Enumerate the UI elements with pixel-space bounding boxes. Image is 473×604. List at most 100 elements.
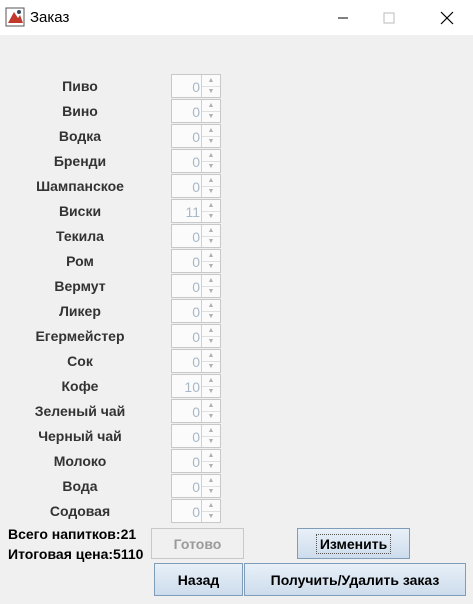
quantity-spinner[interactable]: 10 ▲ ▼ bbox=[171, 374, 221, 398]
quantity-value[interactable]: 0 bbox=[192, 479, 200, 495]
minimize-button[interactable] bbox=[320, 0, 366, 35]
spinner-arrows: ▲ ▼ bbox=[201, 375, 220, 397]
quantity-spinner[interactable]: 0 ▲ ▼ bbox=[171, 224, 221, 248]
drink-label: Черный чай bbox=[38, 428, 122, 444]
drink-label: Содовая bbox=[49, 503, 111, 519]
drink-row: Ликер 0 ▲ ▼ bbox=[0, 299, 240, 324]
quantity-spinner[interactable]: 0 ▲ ▼ bbox=[171, 324, 221, 348]
quantity-spinner[interactable]: 0 ▲ ▼ bbox=[171, 74, 221, 98]
quantity-spinner[interactable]: 0 ▲ ▼ bbox=[171, 349, 221, 373]
total-price-label: Итоговая цена:5110 bbox=[8, 546, 144, 562]
quantity-spinner[interactable]: 0 ▲ ▼ bbox=[171, 124, 221, 148]
chevron-down-icon[interactable]: ▼ bbox=[202, 286, 220, 297]
drink-row: Водка 0 ▲ ▼ bbox=[0, 124, 240, 149]
spinner-arrows: ▲ ▼ bbox=[201, 300, 220, 322]
spinner-arrows: ▲ ▼ bbox=[201, 275, 220, 297]
drink-row: Зеленый чай 0 ▲ ▼ bbox=[0, 399, 240, 424]
back-button-label: Назад bbox=[177, 571, 220, 588]
chevron-down-icon[interactable]: ▼ bbox=[202, 136, 220, 147]
drink-row: Ром 0 ▲ ▼ bbox=[0, 249, 240, 274]
quantity-spinner[interactable]: 0 ▲ ▼ bbox=[171, 399, 221, 423]
drink-label: Сок bbox=[67, 353, 93, 369]
spinner-arrows: ▲ ▼ bbox=[201, 450, 220, 472]
quantity-spinner[interactable]: 0 ▲ ▼ bbox=[171, 299, 221, 323]
quantity-spinner[interactable]: 0 ▲ ▼ bbox=[171, 249, 221, 273]
minimize-icon bbox=[338, 17, 348, 18]
drink-row: Текила 0 ▲ ▼ bbox=[0, 224, 240, 249]
spinner-arrows: ▲ ▼ bbox=[201, 475, 220, 497]
spinner-arrows: ▲ ▼ bbox=[201, 175, 220, 197]
chevron-down-icon[interactable]: ▼ bbox=[202, 161, 220, 172]
drink-label: Кофе bbox=[61, 378, 99, 394]
drink-label: Бренди bbox=[53, 153, 107, 169]
chevron-down-icon[interactable]: ▼ bbox=[202, 511, 220, 522]
maximize-icon bbox=[383, 12, 395, 23]
quantity-spinner[interactable]: 0 ▲ ▼ bbox=[171, 149, 221, 173]
spinner-arrows: ▲ ▼ bbox=[201, 125, 220, 147]
close-icon bbox=[440, 11, 454, 24]
quantity-value[interactable]: 0 bbox=[192, 454, 200, 470]
chevron-down-icon[interactable]: ▼ bbox=[202, 336, 220, 347]
drink-label: Ром bbox=[66, 253, 94, 269]
chevron-down-icon[interactable]: ▼ bbox=[202, 261, 220, 272]
close-button[interactable] bbox=[424, 0, 470, 35]
quantity-spinner[interactable]: 0 ▲ ▼ bbox=[171, 174, 221, 198]
chevron-down-icon[interactable]: ▼ bbox=[202, 386, 220, 397]
quantity-value[interactable]: 0 bbox=[192, 404, 200, 420]
quantity-spinner[interactable]: 0 ▲ ▼ bbox=[171, 449, 221, 473]
quantity-value[interactable]: 0 bbox=[192, 229, 200, 245]
change-button-label: Изменить bbox=[315, 533, 392, 554]
chevron-down-icon[interactable]: ▼ bbox=[202, 211, 220, 222]
quantity-value[interactable]: 0 bbox=[192, 304, 200, 320]
chevron-down-icon[interactable]: ▼ bbox=[202, 236, 220, 247]
quantity-value[interactable]: 0 bbox=[192, 279, 200, 295]
spinner-arrows: ▲ ▼ bbox=[201, 325, 220, 347]
change-button[interactable]: Изменить bbox=[297, 528, 410, 559]
chevron-down-icon[interactable]: ▼ bbox=[202, 86, 220, 97]
quantity-value[interactable]: 0 bbox=[192, 354, 200, 370]
ready-button[interactable]: Готово bbox=[151, 528, 244, 559]
drink-row: Содовая 0 ▲ ▼ bbox=[0, 499, 240, 524]
get-delete-order-button[interactable]: Получить/Удалить заказ bbox=[244, 563, 466, 596]
quantity-spinner[interactable]: 0 ▲ ▼ bbox=[171, 99, 221, 123]
spinner-arrows: ▲ ▼ bbox=[201, 200, 220, 222]
quantity-value[interactable]: 10 bbox=[184, 379, 200, 395]
quantity-spinner[interactable]: 11 ▲ ▼ bbox=[171, 199, 221, 223]
quantity-value[interactable]: 0 bbox=[192, 154, 200, 170]
spinner-arrows: ▲ ▼ bbox=[201, 75, 220, 97]
quantity-spinner[interactable]: 0 ▲ ▼ bbox=[171, 474, 221, 498]
chevron-down-icon[interactable]: ▼ bbox=[202, 411, 220, 422]
drink-label: Вода bbox=[62, 478, 98, 494]
back-button[interactable]: Назад bbox=[154, 563, 243, 596]
quantity-value[interactable]: 0 bbox=[192, 129, 200, 145]
quantity-value[interactable]: 0 bbox=[192, 104, 200, 120]
chevron-down-icon[interactable]: ▼ bbox=[202, 111, 220, 122]
quantity-spinner[interactable]: 0 ▲ ▼ bbox=[171, 424, 221, 448]
drink-label: Водка bbox=[58, 128, 102, 144]
drink-row: Молоко 0 ▲ ▼ bbox=[0, 449, 240, 474]
quantity-spinner[interactable]: 0 ▲ ▼ bbox=[171, 274, 221, 298]
chevron-down-icon[interactable]: ▼ bbox=[202, 311, 220, 322]
quantity-value[interactable]: 11 bbox=[185, 204, 200, 220]
chevron-down-icon[interactable]: ▼ bbox=[202, 486, 220, 497]
drink-row: Вино 0 ▲ ▼ bbox=[0, 99, 240, 124]
maximize-button[interactable] bbox=[366, 0, 412, 35]
spinner-arrows: ▲ ▼ bbox=[201, 250, 220, 272]
chevron-down-icon[interactable]: ▼ bbox=[202, 361, 220, 372]
chevron-down-icon[interactable]: ▼ bbox=[202, 186, 220, 197]
drink-row: Пиво 0 ▲ ▼ bbox=[0, 74, 240, 99]
quantity-value[interactable]: 0 bbox=[192, 329, 200, 345]
quantity-value[interactable]: 0 bbox=[192, 504, 200, 520]
quantity-spinner[interactable]: 0 ▲ ▼ bbox=[171, 499, 221, 523]
window-title: Заказ bbox=[30, 9, 70, 26]
quantity-value[interactable]: 0 bbox=[192, 429, 200, 445]
drink-label: Егермейстер bbox=[35, 328, 125, 344]
chevron-down-icon[interactable]: ▼ bbox=[202, 436, 220, 447]
quantity-value[interactable]: 0 bbox=[192, 79, 200, 95]
drink-row: Егермейстер 0 ▲ ▼ bbox=[0, 324, 240, 349]
chevron-down-icon[interactable]: ▼ bbox=[202, 461, 220, 472]
quantity-value[interactable]: 0 bbox=[192, 179, 200, 195]
quantity-value[interactable]: 0 bbox=[192, 254, 200, 270]
spinner-arrows: ▲ ▼ bbox=[201, 225, 220, 247]
drink-row: Кофе 10 ▲ ▼ bbox=[0, 374, 240, 399]
